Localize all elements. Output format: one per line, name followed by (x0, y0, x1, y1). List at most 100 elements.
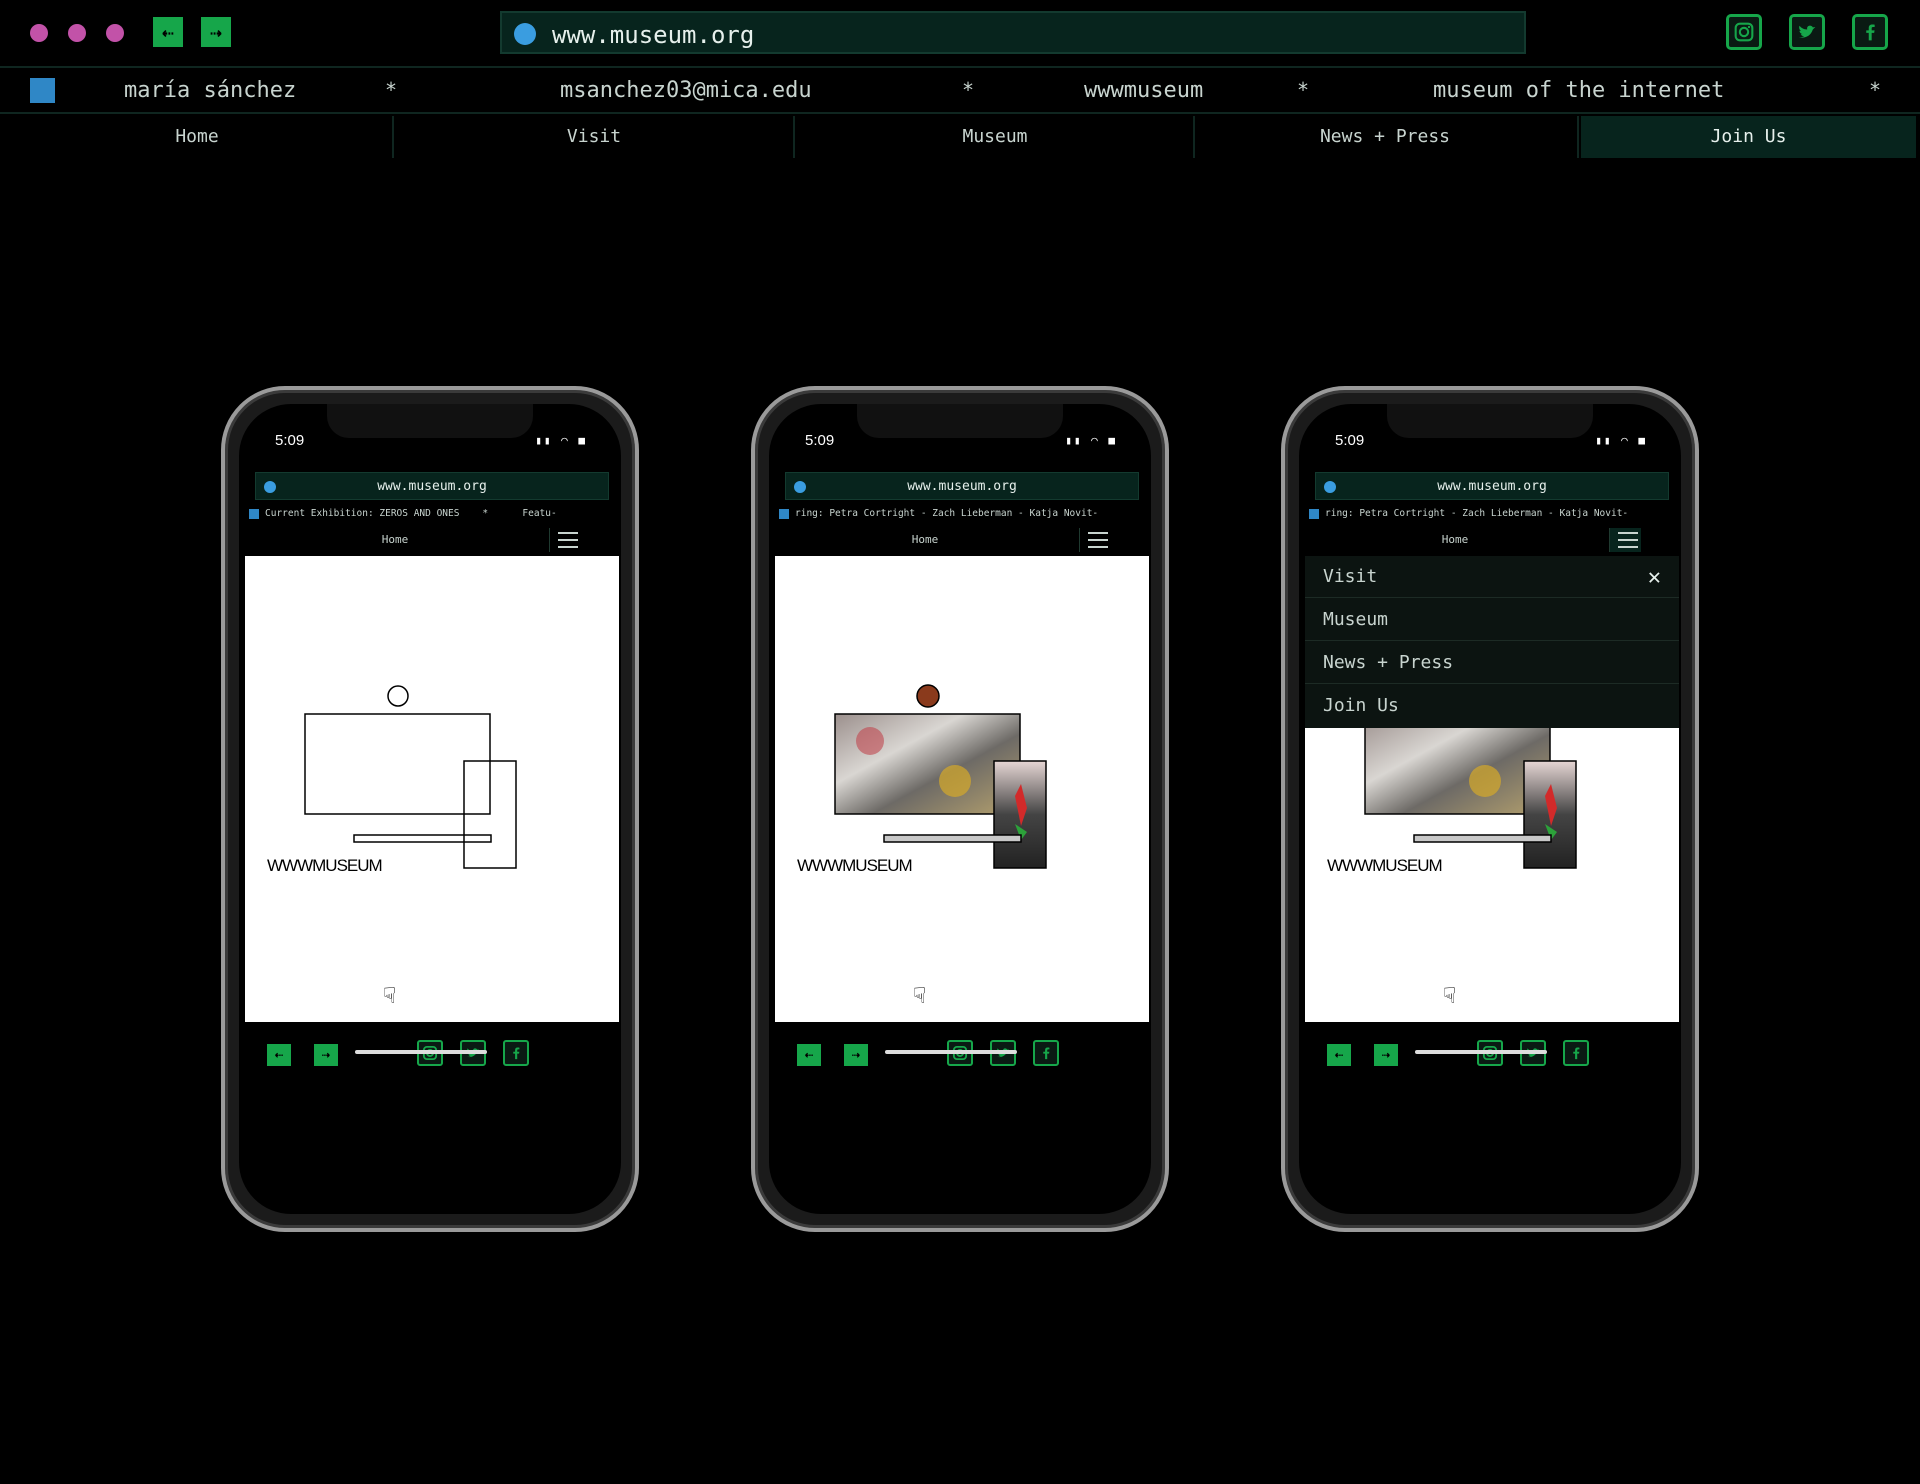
facebook-icon (1866, 24, 1875, 41)
nav-news-press[interactable]: News + Press (1195, 116, 1575, 158)
site-tagline: museum of the internet (1433, 78, 1725, 103)
brand-square (779, 508, 789, 519)
pointing-hand-icon[interactable]: ☟ (1443, 984, 1456, 1009)
phone-mockup-3: 5:09 ▮▮ ◠ ■ www.museum.org ring: Petra C… (1281, 386, 1699, 1232)
phone-notch (1387, 404, 1593, 438)
mobile-bottom-bar: ⇠ ⇢ (1305, 1022, 1679, 1086)
hamburger-icon[interactable] (1609, 528, 1641, 552)
status-icons: ▮▮ ◠ ■ (1595, 434, 1647, 447)
status-icons: ▮▮ ◠ ■ (535, 434, 587, 447)
ticker-text: ring: Petra Cortright - Zach Lieberman -… (795, 508, 1099, 519)
nav-visit[interactable]: Visit (394, 116, 794, 158)
menu-item-label: News + Press (1323, 652, 1454, 673)
back-button[interactable]: ⇠ (267, 1044, 291, 1066)
user-email[interactable]: msanchez03@mica.edu (560, 78, 812, 103)
ticker-text: ring: Petra Cortright - Zach Lieberman -… (1325, 508, 1629, 519)
status-time: 5:09 (805, 432, 835, 449)
mobile-ticker: ring: Petra Cortright - Zach Lieberman -… (775, 508, 1149, 526)
window-minimize-dot[interactable] (68, 24, 86, 42)
hamburger-icon[interactable] (1079, 528, 1111, 552)
window-close-dot[interactable] (30, 24, 48, 42)
mobile-page-label[interactable]: Home (245, 528, 545, 552)
phone-screen: 5:09 ▮▮ ◠ ■ www.museum.org Current Exhib… (239, 404, 621, 1214)
nav-join-us[interactable]: Join Us (1581, 116, 1916, 158)
home-canvas: WWWMUSEUM ☟ (775, 556, 1149, 1022)
site-status-dot (514, 23, 536, 45)
back-button[interactable]: ⇠ (1327, 1044, 1351, 1066)
separator-star: * (962, 78, 975, 102)
forward-arrow-icon: ⇢ (1381, 1047, 1391, 1063)
phone-notch (327, 404, 533, 438)
museum-logo[interactable]: WWWMUSEUM (1327, 856, 1443, 876)
separator-star: * (1869, 78, 1882, 102)
brand-square (30, 78, 55, 103)
menu-item-news-press[interactable]: News + Press (1305, 642, 1679, 684)
wireframe-art (304, 685, 517, 869)
mobile-address-bar[interactable]: www.museum.org (255, 472, 609, 500)
home-indicator[interactable] (885, 1050, 1017, 1054)
mobile-page-label[interactable]: Home (775, 528, 1075, 552)
back-arrow-icon: ⇠ (804, 1047, 814, 1063)
back-button[interactable]: ⇠ (797, 1044, 821, 1066)
url-text: www.museum.org (552, 21, 755, 49)
forward-button[interactable]: ⇢ (844, 1044, 868, 1066)
phone-screen: 5:09 ▮▮ ◠ ■ www.museum.org ring: Petra C… (769, 404, 1151, 1214)
main-nav: Home Visit Museum News + Press Join Us (0, 116, 1920, 160)
instagram-icon (1734, 22, 1754, 42)
phone-notch (857, 404, 1063, 438)
menu-item-label: Museum (1323, 609, 1389, 630)
nav-home[interactable]: Home (0, 116, 394, 158)
mobile-bottom-bar: ⇠ ⇢ (245, 1022, 619, 1086)
instagram-button[interactable] (1726, 14, 1762, 50)
menu-item-museum[interactable]: Museum (1305, 599, 1679, 641)
home-indicator[interactable] (355, 1050, 487, 1054)
pointing-hand-icon[interactable]: ☟ (913, 984, 926, 1009)
status-icons: ▮▮ ◠ ■ (1065, 434, 1117, 447)
close-icon[interactable]: ✕ (1648, 567, 1661, 589)
facebook-button[interactable] (1033, 1040, 1059, 1066)
phone-screen: 5:09 ▮▮ ◠ ■ www.museum.org ring: Petra C… (1299, 404, 1681, 1214)
status-time: 5:09 (1335, 432, 1365, 449)
mobile-menu-overlay: Visit ✕ Museum News + Press Join Us (1305, 556, 1679, 728)
menu-item-label: Visit (1323, 566, 1378, 587)
separator-star: * (1297, 78, 1310, 102)
mobile-address-bar[interactable]: www.museum.org (1315, 472, 1669, 500)
separator-star: * (385, 78, 398, 102)
forward-button[interactable]: ⇢ (201, 17, 231, 47)
mobile-page-label[interactable]: Home (1305, 528, 1605, 552)
facebook-button[interactable] (503, 1040, 529, 1066)
nav-divider (1577, 116, 1579, 158)
facebook-button[interactable] (1563, 1040, 1589, 1066)
mobile-url-text: www.museum.org (377, 479, 487, 494)
nav-museum[interactable]: Museum (795, 116, 1195, 158)
pointing-hand-icon[interactable]: ☟ (383, 984, 396, 1009)
forward-arrow-icon: ⇢ (851, 1047, 861, 1063)
mobile-address-bar[interactable]: www.museum.org (785, 472, 1139, 500)
hamburger-icon[interactable] (549, 528, 581, 552)
mobile-ticker: ring: Petra Cortright - Zach Lieberman -… (1305, 508, 1679, 526)
back-arrow-icon: ⇠ (161, 20, 175, 44)
menu-item-visit[interactable]: Visit ✕ (1305, 556, 1679, 598)
mobile-bottom-bar: ⇠ ⇢ (775, 1022, 1149, 1086)
mobile-ticker: Current Exhibition: ZEROS AND ONES * Fea… (245, 508, 619, 526)
mobile-url-text: www.museum.org (907, 479, 1017, 494)
forward-button[interactable]: ⇢ (314, 1044, 338, 1066)
museum-logo[interactable]: WWWMUSEUM (267, 856, 383, 876)
back-button[interactable]: ⇠ (153, 17, 183, 47)
browser-toolbar: ⇠ ⇢ www.museum.org (0, 0, 1920, 68)
home-canvas: WWWMUSEUM ☟ (245, 556, 619, 1022)
back-arrow-icon: ⇠ (274, 1047, 284, 1063)
home-indicator[interactable] (1415, 1050, 1547, 1054)
window-maximize-dot[interactable] (106, 24, 124, 42)
forward-button[interactable]: ⇢ (1374, 1044, 1398, 1066)
facebook-button[interactable] (1852, 14, 1888, 50)
address-bar[interactable]: www.museum.org (500, 11, 1526, 54)
twitter-button[interactable] (1789, 14, 1825, 50)
menu-item-join-us[interactable]: Join Us (1305, 685, 1679, 727)
phone-mockup-1: 5:09 ▮▮ ◠ ■ www.museum.org Current Exhib… (221, 386, 639, 1232)
twitter-icon (1798, 25, 1816, 38)
back-arrow-icon: ⇠ (1334, 1047, 1344, 1063)
museum-logo[interactable]: WWWMUSEUM (797, 856, 913, 876)
brand-square (1309, 508, 1319, 519)
user-name: maría sánchez (124, 78, 297, 103)
